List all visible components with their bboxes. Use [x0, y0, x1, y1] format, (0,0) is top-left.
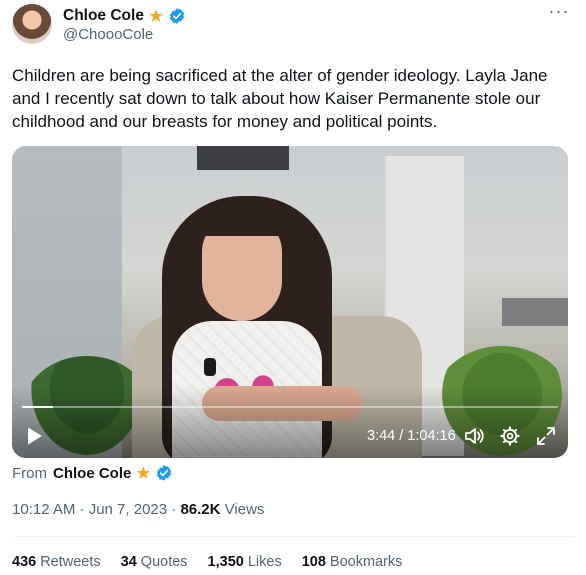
quotes-count: 34 [120, 554, 137, 570]
settings-icon[interactable] [500, 426, 520, 446]
views-count: 86.2K [180, 501, 221, 518]
video-attribution: From Chloe Cole ★ [12, 463, 173, 483]
retweets-stat[interactable]: 436 Retweets [12, 554, 101, 570]
tweet-timestamp[interactable]: 10:12 AM · Jun 7, 2023 [12, 501, 167, 518]
video-progress-fill [22, 406, 54, 408]
bookmarks-count: 108 [301, 554, 326, 570]
fullscreen-icon[interactable] [536, 426, 556, 446]
bookmarks-stat[interactable]: 108 Bookmarks [302, 554, 403, 570]
views-label: Views [224, 501, 265, 518]
from-author-name[interactable]: Chloe Cole [53, 465, 131, 482]
quotes-label: Quotes [140, 554, 188, 570]
video-scene-microphone [204, 358, 216, 376]
author-name-row: Chloe Cole ★ [63, 6, 186, 26]
video-progress-bar[interactable] [22, 406, 558, 408]
video-scene-shelf [502, 298, 568, 326]
likes-label: Likes [247, 554, 282, 570]
quotes-stat[interactable]: 34 Quotes [121, 554, 188, 570]
star-icon: ★ [135, 463, 152, 483]
tweet-text: Children are being sacrificed at the alt… [12, 66, 548, 131]
author-display-name[interactable]: Chloe Cole [63, 7, 144, 25]
author-handle[interactable]: @ChoooCole [63, 26, 153, 43]
retweets-count: 436 [12, 554, 37, 570]
meta-separator: · [167, 501, 181, 518]
retweets-label: Retweets [40, 554, 101, 570]
video-controls-gradient [12, 386, 568, 458]
more-icon[interactable]: ··· [548, 2, 570, 24]
video-scene-tv [197, 146, 289, 170]
video-scene-person-bangs [198, 208, 286, 236]
star-icon: ★ [147, 6, 165, 26]
engagement-stats: 436 Retweets 34 Quotes 1,350 Likes 108 B… [12, 554, 402, 570]
video-time-readout: 3:44 / 1:04:16 [367, 428, 456, 444]
avatar[interactable] [12, 4, 52, 44]
play-icon[interactable] [26, 426, 44, 446]
divider [12, 536, 574, 537]
likes-stat[interactable]: 1,350 Likes [208, 554, 282, 570]
likes-count: 1,350 [207, 554, 244, 570]
bookmarks-label: Bookmarks [329, 554, 403, 570]
verified-badge-icon[interactable] [155, 464, 173, 482]
volume-icon[interactable] [464, 426, 486, 446]
verified-badge-icon[interactable] [168, 7, 186, 25]
from-label: From [12, 464, 47, 482]
tweet-meta: 10:12 AM · Jun 7, 2023 · 86.2K Views [12, 501, 264, 518]
video-player[interactable]: 3:44 / 1:04:16 [12, 146, 568, 458]
